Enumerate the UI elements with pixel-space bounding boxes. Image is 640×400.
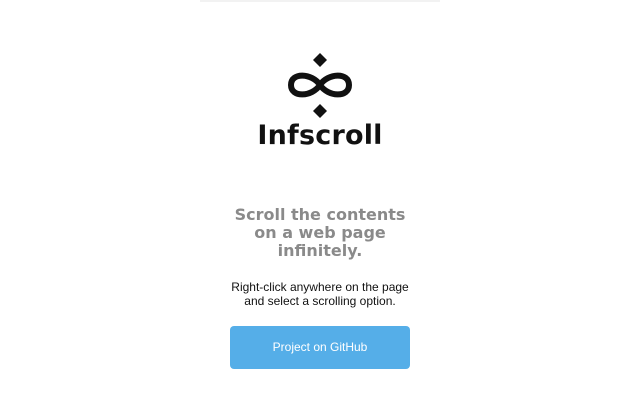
infinity-diamond-icon [285,50,355,120]
instructions: Right-click anywhere on the page and sel… [200,280,440,308]
instructions-line-2: and select a scrolling option. [244,294,396,308]
popup-page: Infscroll Scroll the contents on a web p… [0,0,640,400]
tagline-line-2: on a web page [254,223,386,242]
top-divider [200,0,440,2]
tagline-line-3: infinitely. [277,241,363,260]
tagline: Scroll the contents on a web page infini… [220,206,420,260]
app-title: Infscroll [257,120,383,151]
tagline-line-1: Scroll the contents [234,205,406,224]
project-on-github-button[interactable]: Project on GitHub [230,326,410,369]
instructions-line-1: Right-click anywhere on the page [231,280,409,294]
